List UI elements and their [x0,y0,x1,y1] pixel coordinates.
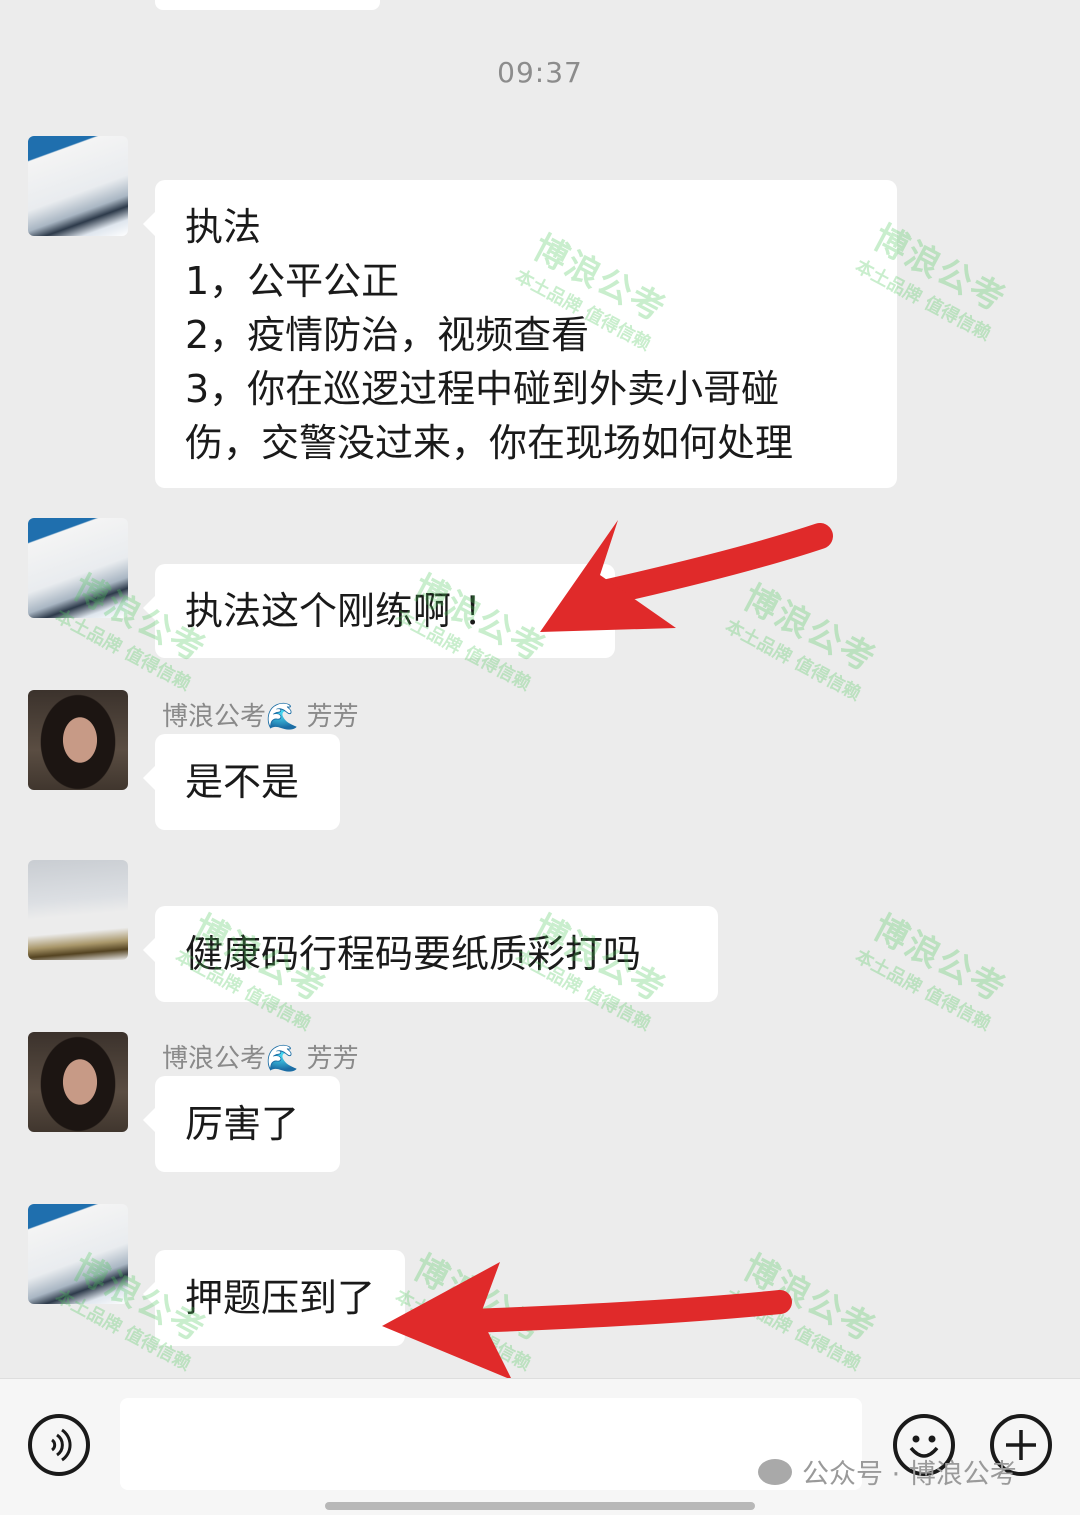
watermark-text: 博浪公考 [406,1247,553,1351]
watermark: 博浪公考 本土品牌 值得信赖 [721,1239,889,1376]
watermark-text: 博浪公考 [736,1247,883,1351]
previous-message-bubble [155,0,380,10]
message-line: 执法 [185,205,262,249]
message-line: 1，公平公正 [185,259,400,303]
avatar[interactable] [28,1032,128,1132]
annotation-arrow-shaft [428,1290,792,1334]
watermark-text: 博浪公考 [866,907,1013,1011]
watermark-text: 博浪公考 [736,577,883,681]
sender-name: 博浪公考🌊 芳芳 [162,1044,359,1074]
watermark-subtext: 本土品牌 值得信赖 [721,615,865,706]
wechat-icon [758,1458,792,1485]
message-bubble[interactable]: 执法 1，公平公正 2，疫情防治，视频查看 3，你在巡逻过程中碰到外卖小哥碰 伤… [143,180,897,488]
message-bubble[interactable]: 厉害了 [143,1076,340,1172]
home-indicator [325,1502,755,1510]
message-bubble[interactable]: 执法这个刚练啊 ！ [143,564,615,658]
annotation-arrow-shaft [577,523,833,609]
watermark: 博浪公考 本土品牌 值得信赖 [391,1239,559,1376]
message-line: 3，你在巡逻过程中碰到外卖小哥碰 [185,367,780,411]
annotation-arrow [382,1262,792,1380]
message-line: 厉害了 [185,1102,300,1146]
sender-name: 博浪公考🌊 芳芳 [162,702,359,732]
watermark: 博浪公考 本土品牌 值得信赖 [721,569,889,706]
watermark: 博浪公考 本土品牌 值得信赖 [851,899,1019,1036]
avatar[interactable] [28,136,128,236]
message-line: 执法这个刚练啊 ！ [185,589,502,633]
message-line: 是不是 [185,760,300,804]
avatar[interactable] [28,1204,128,1304]
message-line: 伤，交警没过来，你在现场如何处理 [185,421,794,465]
avatar[interactable] [28,690,128,790]
message-line: 押题压到了 [185,1276,376,1320]
footer-watermark: 公众号 · 博浪公考 [758,1452,1017,1491]
message-bubble[interactable]: 押题压到了 [143,1250,405,1346]
message-line: 2，疫情防治，视频查看 [185,313,590,357]
message-bubble[interactable]: 健康码行程码要纸质彩打吗 [143,906,718,1002]
avatar[interactable] [28,860,128,960]
watermark-subtext: 本土品牌 值得信赖 [391,1285,535,1376]
watermark-subtext: 本土品牌 值得信赖 [851,945,995,1036]
message-input[interactable] [120,1398,862,1490]
footer-watermark-text: 公众号 · 博浪公考 [802,1459,1017,1490]
voice-icon[interactable] [28,1414,90,1476]
watermark-subtext: 本土品牌 值得信赖 [721,1285,865,1376]
avatar[interactable] [28,518,128,618]
timestamp: 09:37 [497,56,583,89]
message-line: 健康码行程码要纸质彩打吗 [185,932,642,976]
message-bubble[interactable]: 是不是 [143,734,340,830]
